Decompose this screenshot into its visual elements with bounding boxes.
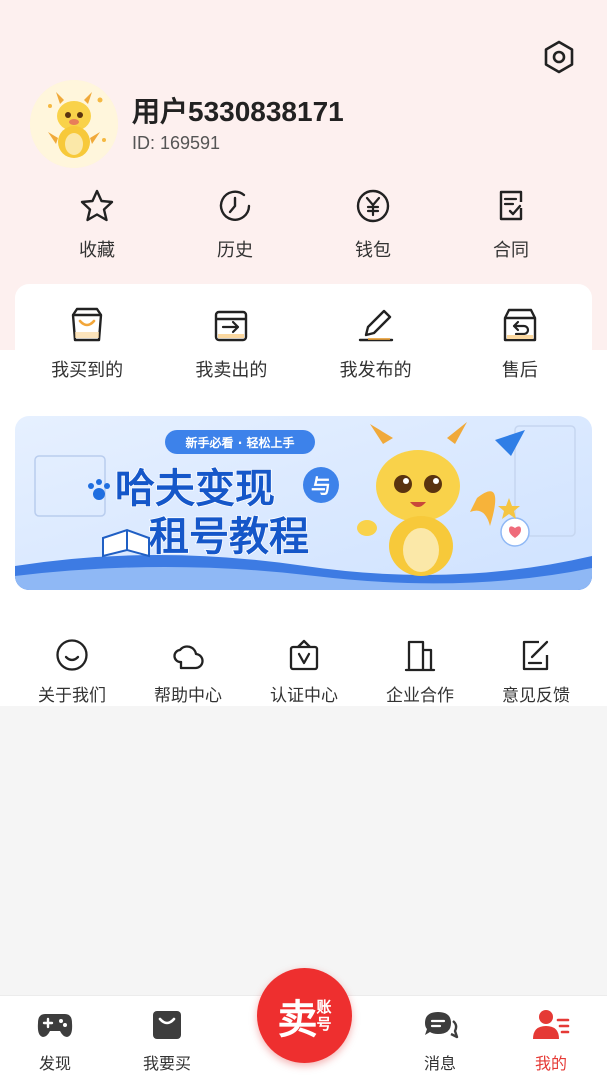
avatar[interactable] bbox=[30, 80, 118, 168]
wallet-yen-icon bbox=[356, 189, 390, 223]
feedback-icon bbox=[522, 640, 549, 670]
help-cloud-icon bbox=[173, 644, 204, 669]
history-clock-icon bbox=[219, 190, 251, 221]
user-id: ID: 169591 bbox=[132, 133, 221, 153]
edit-pencil-icon bbox=[358, 309, 393, 342]
settings-button[interactable] bbox=[540, 38, 578, 76]
quick-wallet[interactable]: 钱包 bbox=[304, 186, 442, 266]
star-icon bbox=[80, 189, 114, 222]
quick-favorites-label: 收藏 bbox=[79, 240, 115, 260]
sell-button-main-label: 卖 bbox=[277, 996, 317, 1043]
username: 用户5330838171 bbox=[132, 96, 344, 127]
contract-icon bbox=[499, 190, 523, 221]
order-bought-label: 我买到的 bbox=[51, 360, 124, 380]
order-published-label: 我发布的 bbox=[339, 360, 412, 380]
service-verification-label: 认证中心 bbox=[270, 686, 338, 705]
chat-bubble-icon bbox=[425, 1012, 459, 1039]
order-sold[interactable]: 我卖出的 bbox=[166, 304, 296, 396]
services-row: 关于我们 帮助中心 认证中心 企业合作 意见反馈 bbox=[14, 636, 594, 706]
tab-discover[interactable]: 发现 bbox=[0, 1006, 110, 1074]
return-box-icon bbox=[503, 308, 537, 342]
tab-buy-label: 我要买 bbox=[142, 1056, 191, 1073]
banner-tag: 新手必看 · 轻松上手 bbox=[186, 435, 295, 450]
quick-history-label: 历史 bbox=[217, 240, 253, 260]
dragon-avatar-icon bbox=[30, 80, 118, 168]
sell-button-sub-label-2: 号 bbox=[316, 1015, 332, 1033]
sell-account-button[interactable]: 卖 账 号 bbox=[257, 968, 352, 1063]
tab-buy[interactable]: 我要买 bbox=[112, 1006, 222, 1074]
service-about-us[interactable]: 关于我们 bbox=[14, 636, 130, 706]
quick-contract-label: 合同 bbox=[493, 240, 529, 260]
shopping-bag-icon bbox=[71, 307, 103, 342]
service-verification[interactable]: 认证中心 bbox=[246, 636, 362, 706]
banner-connector: 与 bbox=[311, 474, 331, 498]
tab-mine[interactable]: 我的 bbox=[496, 1006, 606, 1074]
quick-actions-row: 收藏 历史 钱包 合同 bbox=[28, 186, 580, 266]
shopping-bag-filled-icon bbox=[153, 1011, 181, 1039]
sold-box-icon bbox=[215, 310, 248, 342]
service-enterprise[interactable]: 企业合作 bbox=[362, 636, 478, 706]
sell-button-sub-label-1: 账 bbox=[316, 998, 332, 1016]
tab-messages-label: 消息 bbox=[423, 1056, 456, 1073]
quick-wallet-label: 钱包 bbox=[355, 240, 391, 260]
user-profile-icon bbox=[533, 1010, 570, 1039]
tab-mine-label: 我的 bbox=[534, 1056, 567, 1073]
tutorial-banner-art: 新手必看 · 轻松上手 哈夫变现 与 租号教程 bbox=[15, 416, 592, 590]
tutorial-banner[interactable]: 新手必看 · 轻松上手 哈夫变现 与 租号教程 bbox=[15, 416, 592, 590]
service-feedback[interactable]: 意见反馈 bbox=[478, 636, 594, 706]
service-help-center[interactable]: 帮助中心 bbox=[130, 636, 246, 706]
service-enterprise-label: 企业合作 bbox=[386, 686, 454, 705]
building-icon bbox=[404, 640, 436, 671]
smile-icon bbox=[56, 638, 88, 671]
verify-icon bbox=[289, 639, 319, 670]
tab-messages[interactable]: 消息 bbox=[385, 1006, 495, 1074]
banner-title-line2: 租号教程 bbox=[149, 514, 309, 560]
gamepad-icon bbox=[37, 1014, 73, 1037]
settings-hex-icon bbox=[544, 40, 574, 74]
orders-card: 我买到的 我卖出的 我发布的 售后 bbox=[15, 284, 592, 396]
service-feedback-label: 意见反馈 bbox=[502, 686, 570, 705]
quick-contract[interactable]: 合同 bbox=[442, 186, 580, 266]
service-help-center-label: 帮助中心 bbox=[154, 686, 222, 705]
order-sold-label: 我卖出的 bbox=[195, 360, 268, 380]
quick-history[interactable]: 历史 bbox=[166, 186, 304, 266]
banner-title-line1: 哈夫变现 bbox=[115, 466, 275, 512]
order-published[interactable]: 我发布的 bbox=[311, 304, 441, 396]
order-bought[interactable]: 我买到的 bbox=[22, 304, 152, 396]
order-after-sales-label: 售后 bbox=[501, 360, 538, 380]
tab-discover-label: 发现 bbox=[38, 1056, 71, 1073]
quick-favorites[interactable]: 收藏 bbox=[28, 186, 166, 266]
order-after-sales[interactable]: 售后 bbox=[455, 304, 585, 396]
service-about-us-label: 关于我们 bbox=[38, 686, 106, 705]
